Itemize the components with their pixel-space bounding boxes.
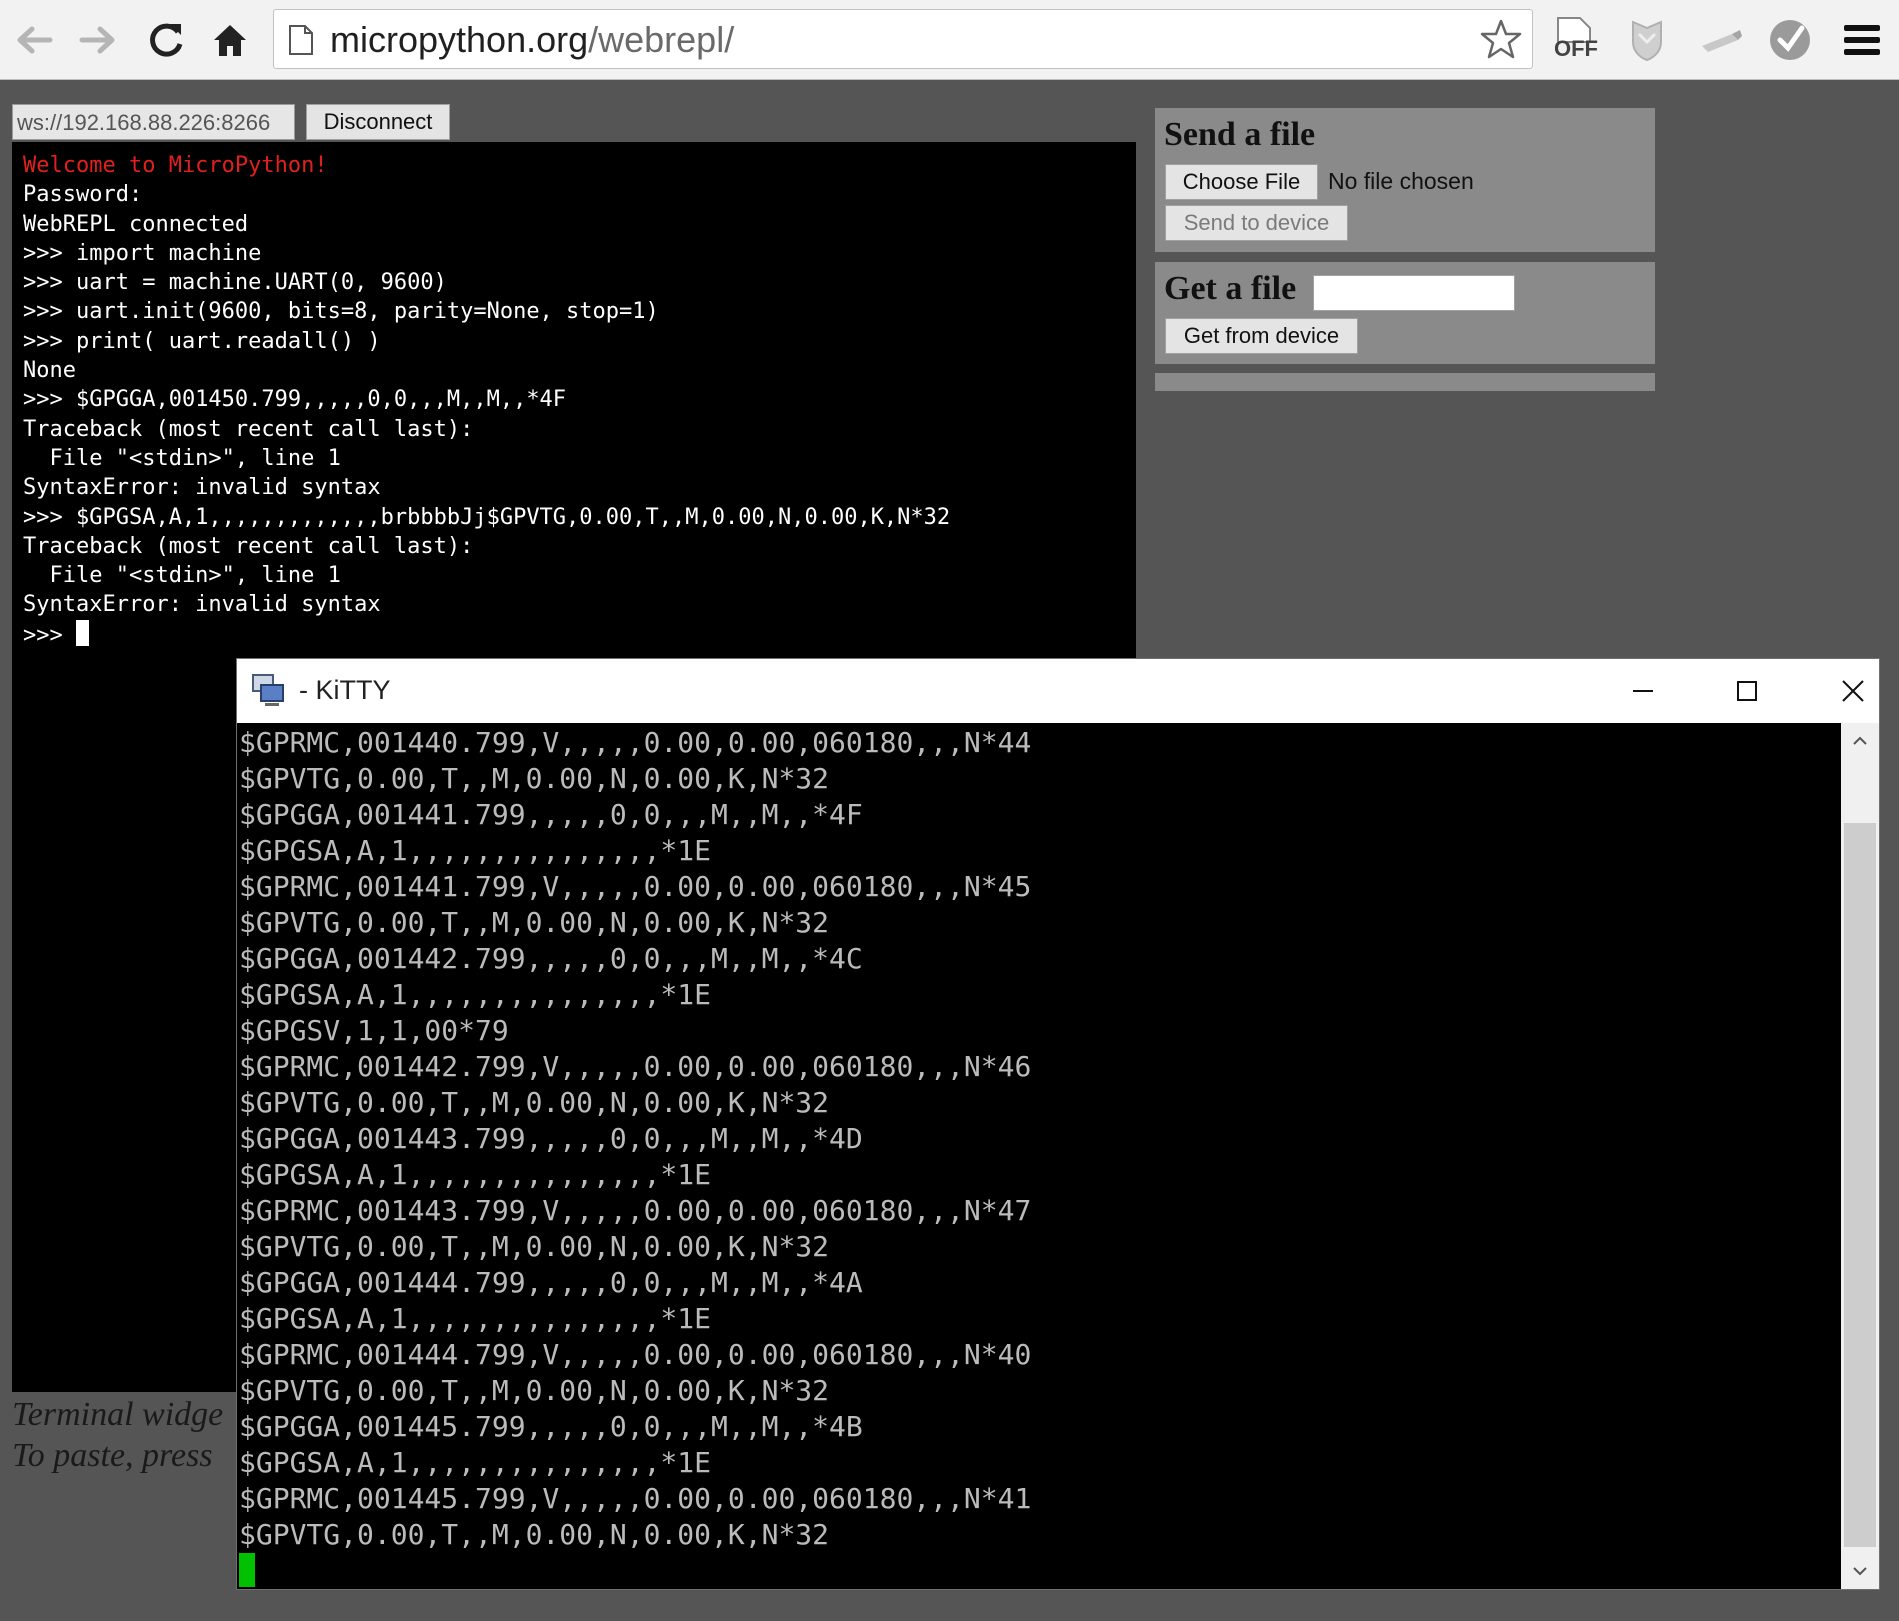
forward-arrow-icon[interactable]	[76, 18, 120, 62]
kitty-computer-icon[interactable]	[251, 673, 285, 707]
kitty-title-bar[interactable]: - KiTTY	[237, 659, 1879, 723]
kitty-line: $GPVTG,0.00,T,,M,0.00,N,0.00,K,N*32	[239, 1374, 830, 1407]
kitty-line: $GPVTG,0.00,T,,M,0.00,N,0.00,K,N*32	[239, 906, 830, 939]
terminal-help-line-2: To paste, press	[12, 1437, 213, 1474]
kitty-line: $GPVTG,0.00,T,,M,0.00,N,0.00,K,N*32	[239, 762, 830, 795]
progress-panel	[1155, 373, 1655, 391]
webrepl-line: >>> $GPGSA,A,1,,,,,,,,,,,,,brbbbbJj$GPVT…	[23, 504, 951, 530]
kitty-line: $GPGSA,A,1,,,,,,,,,,,,,,,*1E	[239, 1446, 712, 1479]
kitty-title: - KiTTY	[299, 675, 391, 705]
kitty-line: $GPRMC,001441.799,V,,,,,0.00,0.00,060180…	[239, 870, 1032, 903]
webrepl-prompt: >>>	[23, 622, 76, 648]
back-arrow-icon[interactable]	[12, 18, 56, 62]
kitty-line: $GPVTG,0.00,T,,M,0.00,N,0.00,K,N*32	[239, 1230, 830, 1263]
webrepl-line: >>> uart.init(9600, bits=8, parity=None,…	[23, 299, 659, 325]
kitty-cursor	[239, 1553, 255, 1587]
send-to-device-button[interactable]: Send to device	[1165, 205, 1348, 241]
kitty-line: $GPRMC,001443.799,V,,,,,0.00,0.00,060180…	[239, 1194, 1032, 1227]
webrepl-line: >>> $GPGGA,001450.799,,,,,0,0,,,M,,M,,*4…	[23, 387, 567, 413]
kitty-line: $GPGSV,1,1,00*79	[239, 1014, 509, 1047]
terminal-help-line-1: Terminal widge	[12, 1396, 224, 1433]
url-path: /webrepl/	[588, 19, 735, 60]
kitty-line: $GPRMC,001444.799,V,,,,,0.00,0.00,060180…	[239, 1338, 1032, 1371]
address-bar[interactable]: micropython.org/webrepl/	[273, 9, 1533, 69]
disconnect-button[interactable]: Disconnect	[306, 104, 450, 140]
webrepl-prompt-line: >>>	[23, 619, 950, 650]
get-from-device-button[interactable]: Get from device	[1165, 318, 1358, 354]
reload-icon[interactable]	[144, 18, 188, 62]
check-circle-extension-icon[interactable]	[1766, 16, 1814, 64]
url-text[interactable]: micropython.org/webrepl/	[330, 19, 734, 61]
star-icon[interactable]	[1480, 18, 1522, 60]
chevron-down-icon[interactable]	[1841, 1553, 1879, 1589]
kitty-line: $GPRMC,001442.799,V,,,,,0.00,0.00,060180…	[239, 1050, 1032, 1083]
welcome-message: Welcome to MicroPython!	[23, 153, 328, 178]
kitty-line: $GPRMC,001445.799,V,,,,,0.00,0.00,060180…	[239, 1482, 1032, 1515]
kitty-line: $GPGGA,001445.799,,,,,0,0,,,M,,M,,*4B	[239, 1410, 863, 1443]
kitty-line: $GPGGA,001441.799,,,,,0,0,,,M,,M,,*4F	[239, 798, 863, 831]
page-icon	[289, 25, 313, 55]
close-icon[interactable]	[1823, 669, 1883, 713]
maximize-icon[interactable]	[1717, 669, 1777, 713]
webrepl-terminal-output: Welcome to MicroPython! Password: WebREPL …	[23, 151, 950, 650]
terminal-help-text: Terminal widge To paste, press	[12, 1394, 223, 1476]
browser-toolbar: micropython.org/webrepl/ OFF	[0, 0, 1899, 80]
send-file-title: Send a file	[1164, 116, 1316, 153]
webrepl-line: >>> uart = machine.UART(0, 9600)	[23, 270, 447, 296]
kitty-window: - KiTTY $GPRMC,001440.799,V,,,,,0.00,0.0…	[236, 658, 1880, 1590]
webrepl-line: SyntaxError: invalid syntax	[23, 475, 381, 501]
home-icon[interactable]	[208, 18, 252, 62]
get-file-name-input[interactable]	[1313, 275, 1515, 311]
no-file-chosen-text: No file chosen	[1328, 168, 1474, 194]
get-file-title: Get a file	[1164, 270, 1297, 307]
webrepl-line: >>> print( uart.readall() )	[23, 328, 381, 354]
webrepl-line: Traceback (most recent call last):	[23, 416, 474, 442]
terminal-cursor	[75, 619, 89, 646]
kitty-line: $GPGGA,001444.799,,,,,0,0,,,M,,M,,*4A	[239, 1266, 863, 1299]
off-extension-label: OFF	[1554, 36, 1598, 61]
hamburger-menu-icon[interactable]	[1838, 16, 1886, 64]
kitty-cursor-line	[239, 1553, 1031, 1589]
webrepl-line: Traceback (most recent call last):	[23, 533, 474, 559]
webrepl-line: >>> import machine	[23, 240, 262, 266]
kitty-terminal[interactable]: $GPRMC,001440.799,V,,,,,0.00,0.00,060180…	[237, 723, 1841, 1589]
kitty-line: $GPGSA,A,1,,,,,,,,,,,,,,,*1E	[239, 1302, 712, 1335]
kitty-line: $GPGSA,A,1,,,,,,,,,,,,,,,*1E	[239, 1158, 712, 1191]
url-host: micropython.org	[330, 19, 589, 60]
minimize-icon[interactable]	[1613, 669, 1673, 713]
choose-file-button[interactable]: Choose File	[1165, 164, 1318, 200]
kitty-line: $GPVTG,0.00,T,,M,0.00,N,0.00,K,N*32	[239, 1086, 830, 1119]
webrepl-line: None	[23, 358, 76, 384]
chevron-up-icon[interactable]	[1841, 723, 1879, 759]
webrepl-line: WebREPL connected	[23, 211, 249, 237]
shield-extension-icon[interactable]	[1623, 16, 1671, 64]
get-file-panel: Get a file Get from device	[1155, 262, 1655, 364]
webrepl-line: File "<stdin>", line 1	[23, 445, 341, 471]
webrepl-line: File "<stdin>", line 1	[23, 563, 341, 589]
webrepl-line: Password:	[23, 182, 143, 208]
send-file-panel: Send a file Choose File No file chosen S…	[1155, 108, 1655, 252]
websocket-url-input[interactable]: ws://192.168.88.226:8266	[12, 104, 295, 140]
webrepl-line: SyntaxError: invalid syntax	[23, 592, 381, 618]
kitty-line: $GPGSA,A,1,,,,,,,,,,,,,,,*1E	[239, 978, 712, 1011]
usb-extension-icon[interactable]	[1696, 16, 1744, 64]
kitty-line: $GPGGA,001443.799,,,,,0,0,,,M,,M,,*4D	[239, 1122, 863, 1155]
kitty-terminal-output: $GPRMC,001440.799,V,,,,,0.00,0.00,060180…	[239, 725, 1031, 1589]
kitty-scrollbar-thumb[interactable]	[1844, 823, 1876, 1547]
kitty-line: $GPGSA,A,1,,,,,,,,,,,,,,,*1E	[239, 834, 712, 867]
kitty-line: $GPGGA,001442.799,,,,,0,0,,,M,,M,,*4C	[239, 942, 863, 975]
kitty-line: $GPVTG,0.00,T,,M,0.00,N,0.00,K,N*32	[239, 1518, 830, 1551]
kitty-scrollbar[interactable]	[1841, 723, 1879, 1589]
kitty-line: $GPRMC,001440.799,V,,,,,0.00,0.00,060180…	[239, 726, 1032, 759]
